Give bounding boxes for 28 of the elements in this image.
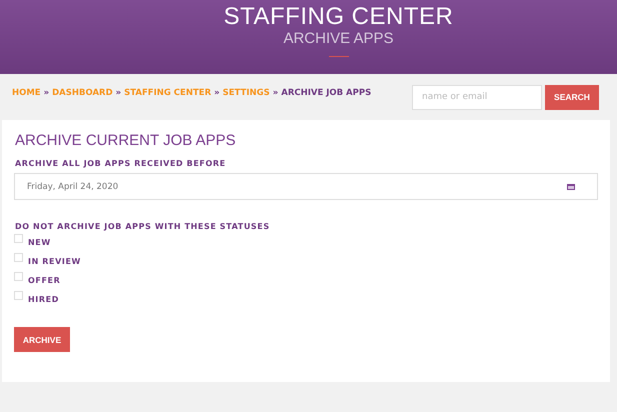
- breadcrumb-separator: »: [214, 88, 220, 98]
- date-field[interactable]: Friday, April 24, 2020: [14, 173, 598, 200]
- breadcrumb-link[interactable]: SETTINGS: [222, 88, 270, 98]
- checkbox[interactable]: [14, 234, 23, 243]
- site-title: STAFFING CENTER: [224, 4, 454, 30]
- breadcrumb-current: ARCHIVE JOB APPS: [281, 88, 372, 98]
- form-title: ARCHIVE CURRENT JOB APPS: [15, 132, 237, 149]
- field-label: ARCHIVE ALL JOB APPS RECEIVED BEFORE: [15, 159, 227, 168]
- search-field[interactable]: name or email: [412, 84, 542, 110]
- checkbox[interactable]: [14, 253, 23, 262]
- calendar-icon[interactable]: [567, 184, 575, 190]
- archive-button[interactable]: ARCHIVE: [14, 327, 70, 352]
- breadcrumb-separator: »: [272, 88, 278, 98]
- page-subtitle: ARCHIVE APPS: [283, 30, 394, 48]
- breadcrumb-link[interactable]: STAFFING CENTER: [124, 88, 212, 98]
- breadcrumb-link[interactable]: HOME: [12, 88, 41, 98]
- breadcrumb-separator: »: [116, 88, 122, 98]
- title-underline: [328, 56, 348, 57]
- checkbox-label: IN REVIEW: [28, 257, 81, 266]
- checkbox-label: OFFER: [28, 276, 60, 285]
- checkbox[interactable]: [14, 272, 23, 281]
- checkbox-label: HIRED: [28, 295, 59, 304]
- breadcrumb-link[interactable]: DASHBOARD: [52, 88, 113, 98]
- breadcrumb-separator: »: [44, 88, 50, 98]
- checkbox[interactable]: [14, 291, 23, 300]
- field-label: DO NOT ARCHIVE JOB APPS WITH THESE STATUSES: [15, 222, 271, 231]
- search-button[interactable]: SEARCH: [545, 84, 599, 110]
- checkbox-label: NEW: [28, 238, 51, 247]
